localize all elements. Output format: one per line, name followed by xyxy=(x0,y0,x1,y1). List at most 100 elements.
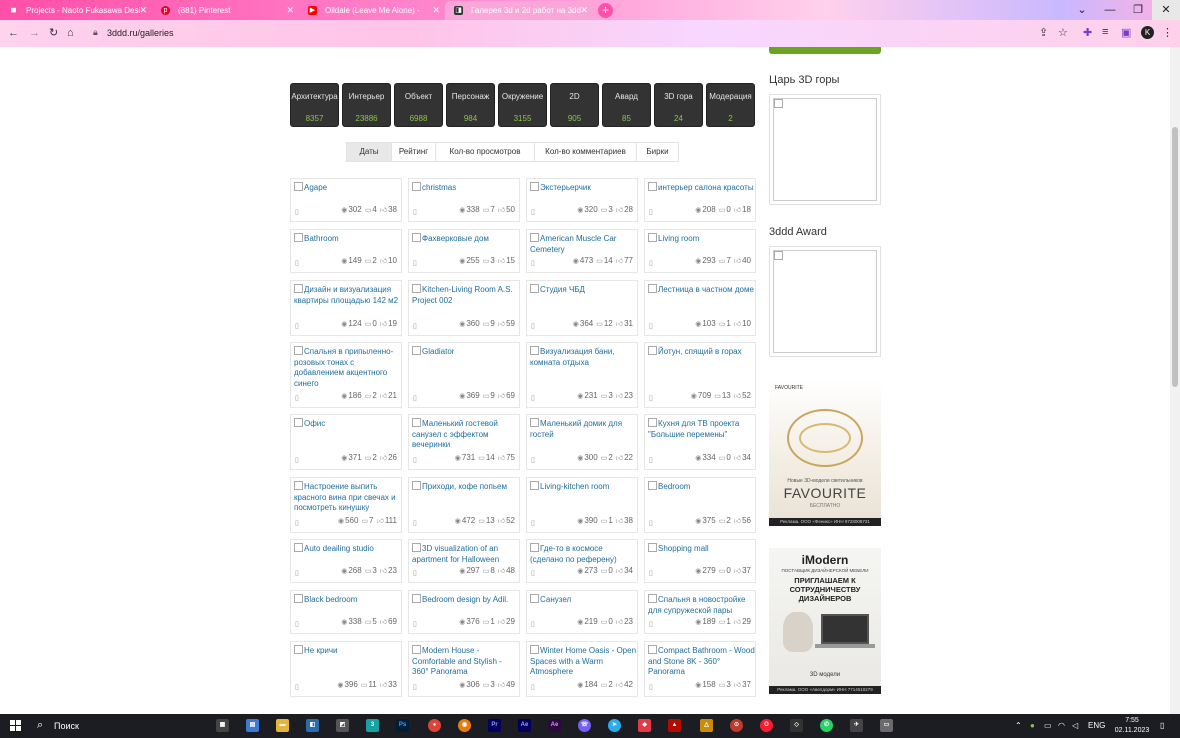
gallery-card-title[interactable]: Йотун, спящий в горах xyxy=(648,346,756,358)
gallery-card[interactable]: Living room ▯ ◉293 ▭7 👍︎40 xyxy=(644,229,756,273)
category-button[interactable]: Окружение 3155 xyxy=(498,83,547,127)
gallery-card[interactable]: Winter Home Oasis - Open Spaces with a W… xyxy=(526,641,638,697)
volume-icon[interactable]: ◁ xyxy=(1072,720,1078,732)
gallery-card-title[interactable]: Bedroom xyxy=(648,481,756,493)
gallery-card[interactable]: Bathroom ▯ ◉149 ▭2 👍︎10 xyxy=(290,229,402,273)
lock-icon[interactable]: 🔒︎ xyxy=(93,27,101,37)
gallery-card[interactable]: Bedroom design by Adil. ▯ ◉376 ▭1 👍︎29 xyxy=(408,590,520,634)
category-button[interactable]: Персонаж 984 xyxy=(446,83,495,127)
app-icon[interactable]: ✈ xyxy=(850,719,863,732)
gallery-card[interactable]: Санузел ▯ ◉219 ▭0 👍︎23 xyxy=(526,590,638,634)
gallery-card[interactable]: American Muscle Car Cemetery ▯ ◉473 ▭14 👍︎77 xyxy=(526,229,638,273)
gallery-card-title[interactable]: Winter Home Oasis - Open Spaces with a W… xyxy=(530,645,638,678)
chevron-up-icon[interactable]: ⌃ xyxy=(1015,720,1022,732)
gallery-card-title[interactable]: Экстерьерчик xyxy=(530,182,638,194)
category-button[interactable]: 2D 905 xyxy=(550,83,599,127)
photoshop-icon[interactable]: Ps xyxy=(396,719,409,732)
gallery-card-title[interactable]: интерьер салона красоты xyxy=(648,182,756,194)
gallery-card-title[interactable]: Black bedroom xyxy=(294,594,402,606)
gallery-card[interactable]: Офис ▯ ◉371 ▭2 👍︎26 xyxy=(290,414,402,470)
extensions-icon[interactable]: ✚ xyxy=(1083,26,1092,39)
gallery-card[interactable]: Приходи, кофе попьем ▯ ◉472 ▭13 👍︎52 xyxy=(408,477,520,533)
scrollbar[interactable] xyxy=(1170,47,1180,714)
minimize-button[interactable]: — xyxy=(1096,0,1124,20)
gallery-card-title[interactable]: Kitchen-Living Room A.S. Project 002 xyxy=(412,284,520,306)
award-image[interactable] xyxy=(769,246,881,357)
tray-app-icon[interactable]: ● xyxy=(1030,720,1035,732)
gallery-card[interactable]: Дизайн и визуализация квартиры площадью … xyxy=(290,280,402,336)
sort-tab[interactable]: Даты xyxy=(346,142,392,162)
app-icon[interactable]: ◧ xyxy=(306,719,319,732)
gallery-card[interactable]: Не кричи ▯ ◉396 ▭11 👍︎33 xyxy=(290,641,402,697)
gallery-card[interactable]: Bedroom ▯ ◉375 ▭2 👍︎56 xyxy=(644,477,756,533)
gallery-card-title[interactable]: Маленький домик для гостей xyxy=(530,418,638,440)
browser-tab[interactable]: p (881) Pinterest ✕ xyxy=(152,1,299,20)
gallery-card[interactable]: Экстерьерчик ▯ ◉320 ▭3 👍︎28 xyxy=(526,178,638,222)
gallery-card-title[interactable]: Где-то в космосе (сделано по референу) xyxy=(530,543,638,565)
gallery-card[interactable]: Кухня для ТВ проекта "Большие перемены" ▯… xyxy=(644,414,756,470)
task-view-icon[interactable]: ▦ xyxy=(216,719,229,732)
gallery-card-title[interactable]: Modern House - Comfortable and Stylish -… xyxy=(412,645,520,678)
gallery-card-title[interactable]: Приходи, кофе попьем xyxy=(412,481,520,493)
close-icon[interactable]: ✕ xyxy=(432,1,440,20)
app-icon[interactable]: ◆ xyxy=(638,719,651,732)
language-indicator[interactable]: ENG xyxy=(1088,720,1105,732)
viber-icon[interactable]: ☏ xyxy=(578,719,591,732)
app-icon[interactable]: ▭ xyxy=(880,719,893,732)
app-icon[interactable]: ◇ xyxy=(790,719,803,732)
gallery-card[interactable]: Маленький гостевой санузел с эффектом ве… xyxy=(408,414,520,470)
gallery-card-title[interactable]: Auto deailing studio xyxy=(294,543,402,555)
gallery-card[interactable]: Auto deailing studio ▯ ◉268 ▭3 👍︎23 xyxy=(290,539,402,583)
home-icon[interactable]: ⌂ xyxy=(67,26,74,40)
category-button[interactable]: Авард 85 xyxy=(602,83,651,127)
whatsapp-icon[interactable]: ✆ xyxy=(820,719,833,732)
category-button[interactable]: 3D гора 24 xyxy=(654,83,703,127)
gallery-card[interactable]: Йотун, спящий в горах ▯ ◉709 ▭13 👍︎52 xyxy=(644,342,756,408)
sort-tab[interactable]: Рейтинг xyxy=(391,142,436,162)
gallery-card[interactable]: Спальня в новостройке для супружеской па… xyxy=(644,590,756,634)
network-icon[interactable]: ▭ xyxy=(1044,720,1052,732)
gallery-card[interactable]: Agape ▯ ◉302 ▭4 👍︎38 xyxy=(290,178,402,222)
gallery-card[interactable]: Лестница в частном доме ▯ ◉103 ▭1 👍︎10 xyxy=(644,280,756,336)
windows-start-icon[interactable] xyxy=(10,720,22,732)
gallery-card[interactable]: 3D visualization of an apartment for Hal… xyxy=(408,539,520,583)
gallery-card[interactable]: Kitchen-Living Room A.S. Project 002 ▯ ◉36… xyxy=(408,280,520,336)
gallery-card[interactable]: Shopping mall ▯ ◉279 ▭0 👍︎37 xyxy=(644,539,756,583)
clock[interactable]: 7:55 02.11.2023 xyxy=(1112,716,1152,736)
chrome-icon[interactable]: ● xyxy=(428,719,441,732)
scrollbar-thumb[interactable] xyxy=(1172,127,1178,387)
category-button[interactable]: Объект 6988 xyxy=(394,83,443,127)
category-button[interactable]: Архитектура 8357 xyxy=(290,83,339,127)
close-icon[interactable]: ✕ xyxy=(139,1,147,20)
app-icon[interactable]: ◩ xyxy=(336,719,349,732)
gallery-card-title[interactable]: Спальня в припыленно-розовых тонах с доб… xyxy=(294,346,402,389)
gallery-card-title[interactable]: Настроение выпить красного вина при свеч… xyxy=(294,481,402,514)
gallery-card-title[interactable]: 3D visualization of an apartment for Hal… xyxy=(412,543,520,565)
sidebar-icon[interactable]: ▣ xyxy=(1121,26,1131,39)
close-icon[interactable]: ✕ xyxy=(286,1,294,20)
category-button[interactable]: Модерация 2 xyxy=(706,83,755,127)
sort-tab[interactable]: Кол-во просмотров xyxy=(435,142,535,162)
gallery-card[interactable]: интерьер салона красоты ▯ ◉208 ▭0 👍︎18 xyxy=(644,178,756,222)
notification-icon[interactable]: ▯ xyxy=(1160,720,1164,732)
opera-icon[interactable]: O xyxy=(760,719,773,732)
gallery-card-title[interactable]: Gladiator xyxy=(412,346,520,358)
gallery-card-title[interactable]: Living-kitchen room xyxy=(530,481,638,493)
share-icon[interactable]: ⇪ xyxy=(1039,26,1048,39)
url-input[interactable]: 3ddd.ru/galleries xyxy=(107,27,174,39)
blender-icon[interactable]: ◉ xyxy=(458,719,471,732)
app-icon[interactable]: ⊙ xyxy=(730,719,743,732)
gallery-card[interactable]: Black bedroom ▯ ◉338 ▭5 👍︎69 xyxy=(290,590,402,634)
gallery-card-title[interactable]: Визуализация бани, комната отдыха xyxy=(530,346,638,368)
app-icon[interactable]: △ xyxy=(700,719,713,732)
gallery-card[interactable]: Спальня в припыленно-розовых тонах с доб… xyxy=(290,342,402,408)
gallery-card[interactable]: Маленький домик для гостей ▯ ◉300 ▭2 👍︎22 xyxy=(526,414,638,470)
gallery-card-title[interactable]: Санузел xyxy=(530,594,638,606)
animate-icon[interactable]: Ae xyxy=(548,719,561,732)
sort-tab[interactable]: Кол-во комментариев xyxy=(534,142,637,162)
green-action-button[interactable] xyxy=(769,47,881,54)
gallery-card-title[interactable]: Compact Bathroom - Wood and Stone 8K - 3… xyxy=(648,645,756,678)
wifi-icon[interactable]: ◠ xyxy=(1058,720,1065,732)
browser-tab-active[interactable]: ◨ Галерея 3d и 2d работ на 3dd ✕ xyxy=(445,1,593,20)
gallery-card-title[interactable]: Living room xyxy=(648,233,756,245)
